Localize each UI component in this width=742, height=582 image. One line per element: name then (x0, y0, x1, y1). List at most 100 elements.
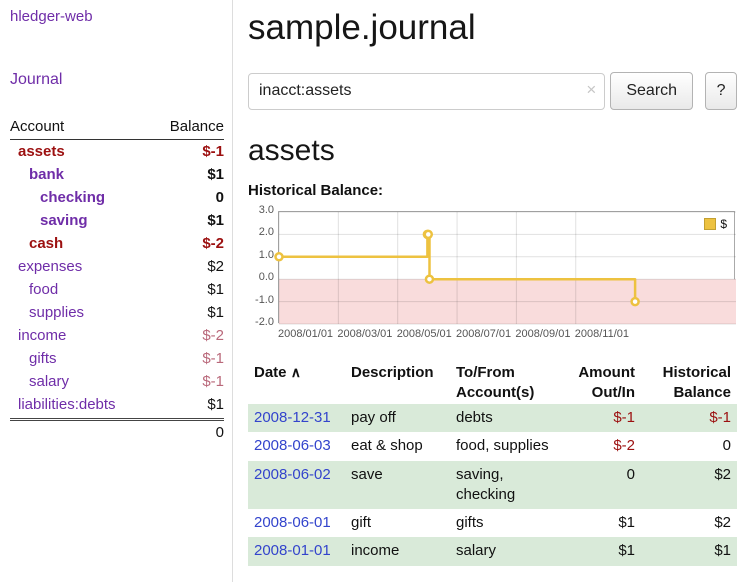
account-balance: 0 (216, 189, 224, 206)
y-axis-label: -1.0 (248, 294, 274, 306)
search-button[interactable]: Search (610, 72, 693, 110)
account-link[interactable]: expenses (10, 258, 82, 275)
account-link[interactable]: gifts (10, 350, 57, 367)
transaction-amount: 0 (568, 461, 641, 510)
transaction-row: 2008-01-01incomesalary$1$1 (248, 537, 737, 565)
y-axis-label: -2.0 (248, 316, 274, 328)
account-balance: $-2 (202, 327, 224, 344)
account-row: salary $-1 (10, 370, 224, 393)
account-column-header: Account (10, 118, 64, 135)
balance-column-header: Balance (170, 118, 224, 135)
transactions-header-row: Date ∧ Description To/From Account(s) Am… (248, 361, 737, 404)
account-link[interactable]: food (10, 281, 58, 298)
transaction-date-cell: 2008-06-01 (248, 509, 345, 537)
account-link[interactable]: cash (10, 235, 63, 252)
transaction-amount: $-1 (568, 404, 641, 432)
chart-canvas (279, 212, 736, 324)
sort-ascending-icon[interactable]: ∧ (291, 364, 301, 380)
transaction-description: income (345, 537, 450, 565)
transaction-date-cell: 2008-06-03 (248, 432, 345, 460)
transaction-date-link[interactable]: 2008-01-01 (254, 542, 331, 559)
y-axis-label: 2.0 (248, 226, 274, 238)
accounts-total: 0 (10, 418, 224, 444)
search-input[interactable] (248, 73, 605, 110)
transaction-date-link[interactable]: 2008-06-02 (254, 466, 331, 483)
transaction-balance: $1 (641, 537, 737, 565)
account-row: liabilities:debts $1 (10, 393, 224, 416)
transaction-description: pay off (345, 404, 450, 432)
account-balance: $-1 (202, 350, 224, 367)
accounts-header: Account Balance (10, 115, 224, 140)
transaction-accounts: gifts (450, 509, 568, 537)
transaction-description: save (345, 461, 450, 510)
transaction-row: 2008-06-01giftgifts$1$2 (248, 509, 737, 537)
help-button[interactable]: ? (705, 72, 737, 110)
account-balance: $-2 (202, 235, 224, 252)
x-axis-label: 2008/09/01 (515, 328, 570, 340)
search-box: × (248, 73, 605, 110)
transaction-date-link[interactable]: 2008-12-31 (254, 409, 331, 426)
transaction-date-link[interactable]: 2008-06-01 (254, 514, 331, 531)
transactions-table: Date ∧ Description To/From Account(s) Am… (248, 361, 737, 566)
x-axis-label: 2008/03/01 (337, 328, 392, 340)
transaction-description: eat & shop (345, 432, 450, 460)
chart-label: Historical Balance: (248, 182, 737, 199)
account-row: cash $-2 (10, 232, 224, 255)
transaction-accounts: salary (450, 537, 568, 565)
transaction-description: gift (345, 509, 450, 537)
clear-search-icon[interactable]: × (586, 81, 596, 98)
account-balance: $1 (207, 166, 224, 183)
x-axis-label: 2008/01/01 (278, 328, 333, 340)
y-axis-label: 1.0 (248, 249, 274, 261)
account-balance: $1 (207, 396, 224, 413)
transaction-date-cell: 2008-06-02 (248, 461, 345, 510)
account-link[interactable]: assets (10, 143, 65, 160)
accounts-list: assets$-1bank$1checking0saving$1cash$-2e… (10, 140, 224, 416)
account-link[interactable]: liabilities:debts (10, 396, 116, 413)
account-balance: $-1 (202, 373, 224, 390)
account-balance: $1 (207, 304, 224, 321)
sidebar: hledger-web Journal Account Balance asse… (0, 0, 233, 582)
account-row: income $-2 (10, 324, 224, 347)
account-row: food $1 (10, 278, 224, 301)
account-link[interactable]: supplies (10, 304, 84, 321)
y-axis-label: 0.0 (248, 271, 274, 283)
account-link[interactable]: saving (10, 212, 88, 229)
date-header-label: Date (254, 364, 287, 381)
col-header-description: Description (345, 361, 450, 404)
account-page-title: assets (248, 134, 737, 168)
account-link[interactable]: bank (10, 166, 64, 183)
transaction-date-cell: 2008-12-31 (248, 404, 345, 432)
account-row: bank $1 (10, 163, 224, 186)
transaction-row: 2008-06-03eat & shopfood, supplies$-20 (248, 432, 737, 460)
search-row: × Search ? (248, 72, 737, 110)
transaction-date-cell: 2008-01-01 (248, 537, 345, 565)
sidebar-item-journal[interactable]: Journal (10, 71, 224, 89)
x-axis-label: 2008/07/01 (456, 328, 511, 340)
transaction-balance: $-1 (641, 404, 737, 432)
col-header-date[interactable]: Date ∧ (248, 361, 345, 404)
account-link[interactable]: checking (10, 189, 105, 206)
transactions-body: 2008-12-31pay offdebts$-1$-12008-06-03ea… (248, 404, 737, 566)
x-axis-label: 2008/05/01 (397, 328, 452, 340)
account-balance: $2 (207, 258, 224, 275)
balance-chart: 3.02.01.00.0-1.0-2.0 $ 2008/01/012008/03… (248, 207, 737, 347)
transaction-accounts: saving, checking (450, 461, 568, 510)
account-link[interactable]: salary (10, 373, 69, 390)
transaction-date-link[interactable]: 2008-06-03 (254, 437, 331, 454)
col-header-amount: Amount Out/In (568, 361, 641, 404)
chart-plot: $ (278, 211, 735, 323)
transaction-balance: $2 (641, 461, 737, 510)
transaction-amount: $1 (568, 509, 641, 537)
account-row: checking 0 (10, 186, 224, 209)
transaction-balance: 0 (641, 432, 737, 460)
account-link[interactable]: income (10, 327, 66, 344)
account-row: expenses $2 (10, 255, 224, 278)
transaction-accounts: debts (450, 404, 568, 432)
app-title-link[interactable]: hledger-web (10, 8, 224, 25)
account-balance: $1 (207, 281, 224, 298)
col-header-historical-balance: Historical Balance (641, 361, 737, 404)
account-row: gifts $-1 (10, 347, 224, 370)
transaction-amount: $-2 (568, 432, 641, 460)
account-row: saving$1 (10, 209, 224, 232)
